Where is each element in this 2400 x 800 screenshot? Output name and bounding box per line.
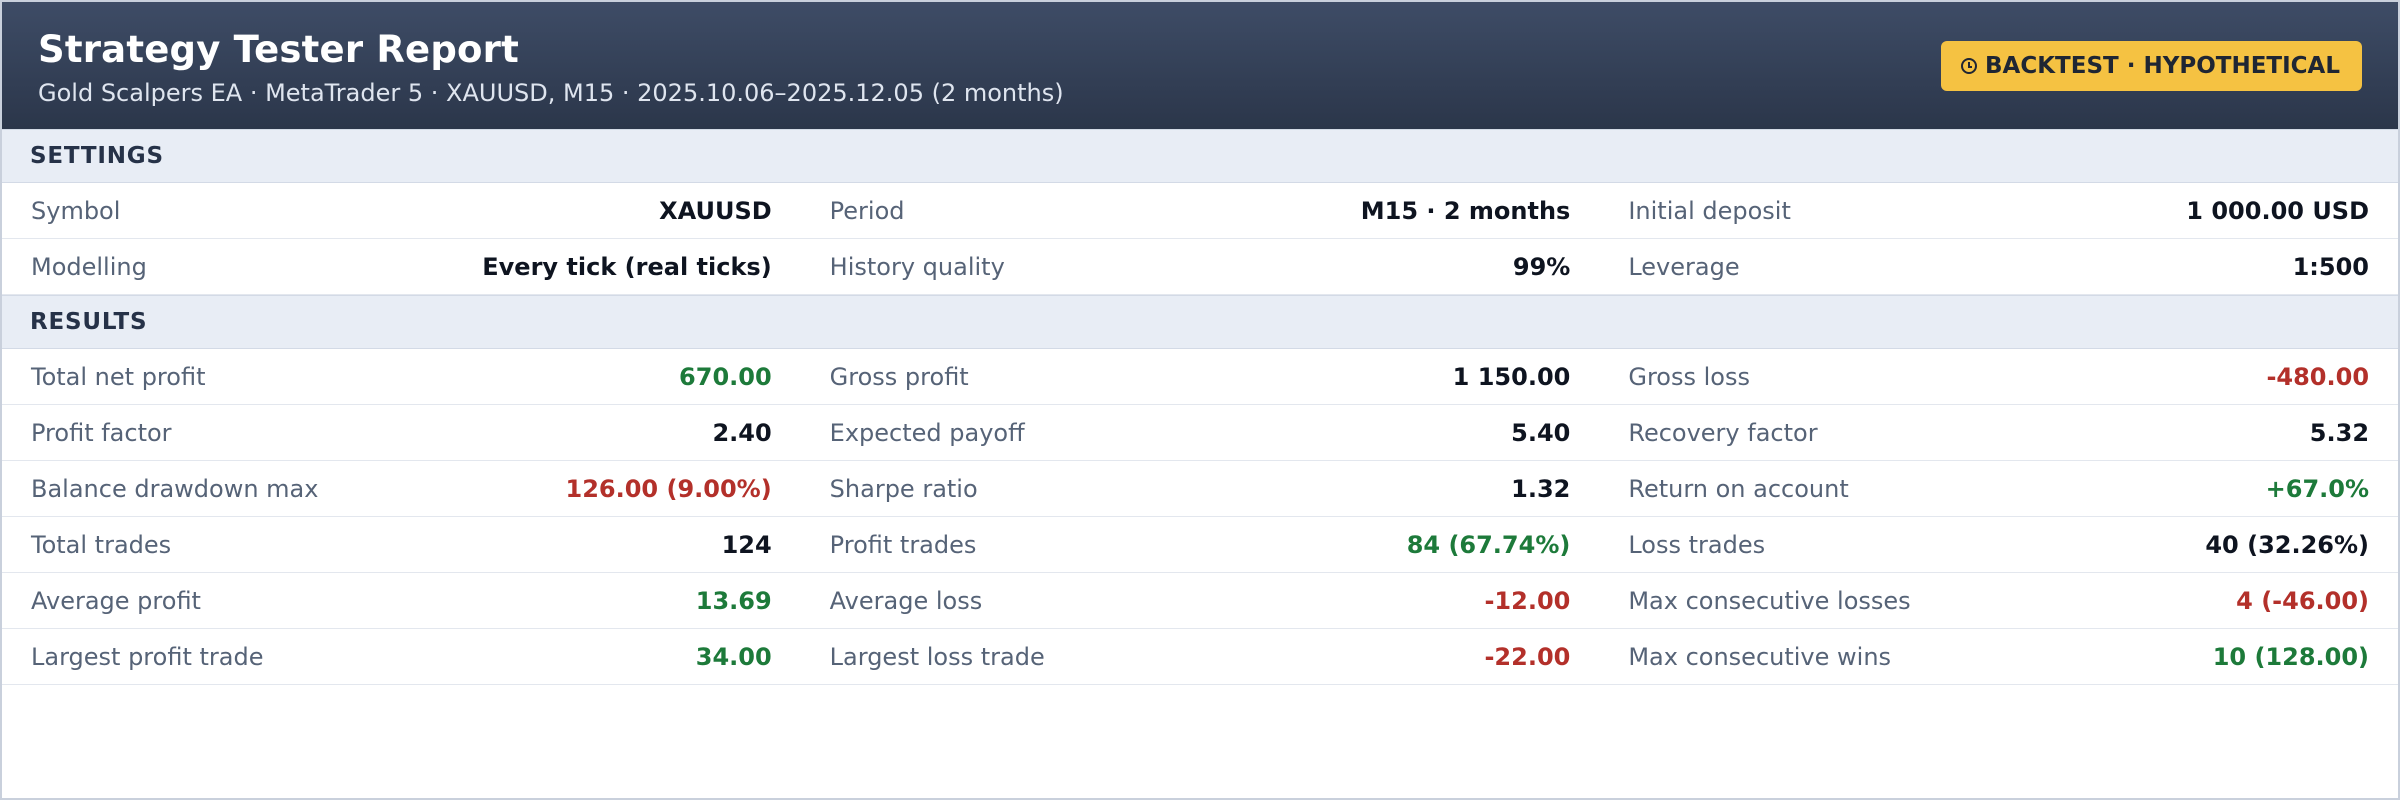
metric-cell: Leverage 1:500 <box>1599 253 2398 281</box>
metric-label: Period <box>829 196 905 225</box>
backtest-badge: BACKTEST · HYPOTHETICAL <box>1941 41 2362 91</box>
metric-value: 84 (67.74%) <box>1406 530 1571 559</box>
results-section-heading: RESULTS <box>2 295 2398 349</box>
metric-label: Total net profit <box>31 362 206 391</box>
metric-cell: Recovery factor 5.32 <box>1599 419 2398 447</box>
metric-value: 5.40 <box>1511 418 1571 447</box>
metric-value: -480.00 <box>2266 362 2370 391</box>
backtest-badge-label: BACKTEST · HYPOTHETICAL <box>1985 53 2340 79</box>
metric-cell: Sharpe ratio 1.32 <box>801 475 1600 503</box>
metric-value: -22.00 <box>1484 642 1571 671</box>
settings-section-heading: SETTINGS <box>2 129 2398 183</box>
metric-label: Gross loss <box>1628 362 1750 391</box>
metric-value: 126.00 (9.00%) <box>565 474 772 503</box>
metric-value: 99% <box>1512 252 1571 281</box>
metric-label: Total trades <box>31 530 172 559</box>
metric-label: Return on account <box>1628 474 1849 503</box>
metric-value: 124 <box>721 530 772 559</box>
metric-value: 5.32 <box>2309 418 2370 447</box>
metric-label: Largest profit trade <box>31 642 264 671</box>
metric-label: Recovery factor <box>1628 418 1818 447</box>
metric-label: Gross profit <box>829 362 969 391</box>
metric-value: 670.00 <box>679 362 772 391</box>
table-row: Largest profit trade 34.00 Largest loss tr… <box>2 629 2398 685</box>
table-row: Balance drawdown max 126.00 (9.00%) Sharpe… <box>2 461 2398 517</box>
metric-value: 2.40 <box>712 418 772 447</box>
metric-label: Leverage <box>1628 252 1740 281</box>
metric-cell: Expected payoff 5.40 <box>801 419 1600 447</box>
metric-label: Profit trades <box>829 530 977 559</box>
metric-value: -12.00 <box>1484 586 1571 615</box>
metric-label: Average profit <box>31 586 201 615</box>
table-row: Total trades 124 Profit trades 84 (67.74%) L… <box>2 517 2398 573</box>
metric-label: Max consecutive losses <box>1628 586 1911 615</box>
metric-label: Profit factor <box>31 418 172 447</box>
page-title: Strategy Tester Report <box>38 28 519 71</box>
metric-label: Max consecutive wins <box>1628 642 1892 671</box>
metric-value: 4 (-46.00) <box>2236 586 2370 615</box>
report-header: Strategy Tester Report Gold Scalpers EA … <box>2 2 2398 129</box>
metric-value: Every tick (real ticks) <box>482 252 772 281</box>
metric-label: Modelling <box>31 252 147 281</box>
report-subtitle: Gold Scalpers EA · MetaTrader 5 · XAUUSD… <box>38 79 1064 107</box>
metric-cell: Average profit 13.69 <box>2 587 801 615</box>
metric-label: Loss trades <box>1628 530 1766 559</box>
table-row: Symbol XAUUSD Period M15 · 2 months Initial … <box>2 183 2398 239</box>
metric-label: Balance drawdown max <box>31 474 319 503</box>
metric-cell: Total trades 124 <box>2 531 801 559</box>
metric-cell: Gross loss -480.00 <box>1599 363 2398 391</box>
metric-cell: Balance drawdown max 126.00 (9.00%) <box>2 475 801 503</box>
table-row: Total net profit 670.00 Gross profit 1 150.… <box>2 349 2398 405</box>
metric-cell: Return on account +67.0% <box>1599 475 2398 503</box>
metric-cell: Max consecutive losses 4 (-46.00) <box>1599 587 2398 615</box>
metric-cell: Gross profit 1 150.00 <box>801 363 1600 391</box>
metric-label: Average loss <box>829 586 983 615</box>
metric-cell: History quality 99% <box>801 253 1600 281</box>
metric-label: History quality <box>829 252 1005 281</box>
table-row: Profit factor 2.40 Expected payoff 5.40 Reco… <box>2 405 2398 461</box>
metric-cell: Total net profit 670.00 <box>2 363 801 391</box>
metric-label: Symbol <box>31 196 121 225</box>
clock-icon <box>1961 58 1978 74</box>
results-table: Total net profit 670.00 Gross profit 1 150.… <box>2 349 2398 685</box>
metric-cell: Profit factor 2.40 <box>2 419 801 447</box>
metric-value: 1 000.00 USD <box>2186 196 2370 225</box>
metric-value: XAUUSD <box>659 196 772 225</box>
metric-cell: Max consecutive wins 10 (128.00) <box>1599 643 2398 671</box>
metric-cell: Largest profit trade 34.00 <box>2 643 801 671</box>
metric-value: 34.00 <box>695 642 772 671</box>
metric-value: M15 · 2 months <box>1360 196 1571 225</box>
table-row: Average profit 13.69 Average loss -12.00 Max… <box>2 573 2398 629</box>
table-row: Modelling Every tick (real ticks) History … <box>2 239 2398 295</box>
metric-cell: Symbol XAUUSD <box>2 197 801 225</box>
metric-value: 13.69 <box>695 586 772 615</box>
metric-label: Expected payoff <box>829 418 1025 447</box>
metric-cell: Profit trades 84 (67.74%) <box>801 531 1600 559</box>
metric-cell: Largest loss trade -22.00 <box>801 643 1600 671</box>
metric-value: 1 150.00 <box>1452 362 1571 391</box>
report-window: Strategy Tester Report Gold Scalpers EA … <box>0 0 2400 800</box>
metric-cell: Average loss -12.00 <box>801 587 1600 615</box>
metric-cell: Initial deposit 1 000.00 USD <box>1599 197 2398 225</box>
metric-label: Initial deposit <box>1628 196 1791 225</box>
metric-value: 40 (32.26%) <box>2205 530 2370 559</box>
metric-value: 1:500 <box>2292 252 2370 281</box>
metric-label: Largest loss trade <box>829 642 1045 671</box>
metric-label: Sharpe ratio <box>829 474 978 503</box>
metric-cell: Modelling Every tick (real ticks) <box>2 253 801 281</box>
metric-cell: Loss trades 40 (32.26%) <box>1599 531 2398 559</box>
metric-value: 1.32 <box>1511 474 1571 503</box>
metric-value: +67.0% <box>2265 474 2370 503</box>
metric-value: 10 (128.00) <box>2212 642 2370 671</box>
metric-cell: Period M15 · 2 months <box>801 197 1600 225</box>
settings-table: Symbol XAUUSD Period M15 · 2 months Initial … <box>2 183 2398 295</box>
